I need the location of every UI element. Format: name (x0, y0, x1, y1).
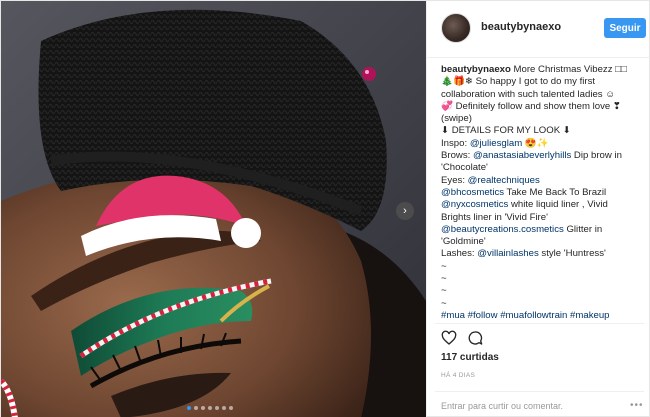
caption-line: 🎄🎁❄ So happy I got to do my first (441, 76, 641, 88)
caption-line: 'Chocolate' (441, 162, 641, 174)
avatar[interactable] (441, 13, 471, 43)
caption-line: Lashes: @villainlashes style 'Huntress' (441, 248, 641, 260)
caption-text: ~ (441, 297, 447, 309)
caption-link[interactable]: @beautycreations.cosmetics (441, 224, 564, 235)
makeup-photo-illustration (1, 1, 426, 417)
caption-line: @nyxcosmetics white liquid liner , Vivid (441, 199, 641, 211)
caption-text: Inspo: (441, 137, 470, 149)
caption-text: ~ (441, 273, 447, 285)
caption-link[interactable]: @bhcosmetics (441, 187, 504, 198)
speech-bubble-icon[interactable] (467, 330, 483, 346)
caption-link[interactable]: @anastasiabeverlyhills (473, 150, 571, 161)
post-header: beautybynaexo Seguir (427, 1, 650, 58)
caption-text: ~ (441, 260, 447, 272)
carousel-dots (187, 406, 233, 410)
caption-text: style 'Huntress' (538, 248, 606, 260)
caption-line: ~ (441, 261, 641, 273)
caption-line: 💞 Definitely follow and show them love ❣ (441, 101, 641, 113)
caption-link[interactable]: @realtechniques (468, 175, 540, 186)
post-side-panel: beautybynaexo Seguir beautybynaexo More … (426, 1, 650, 417)
caption-link[interactable]: #mua #follow #muafollowtrain #makeup (441, 310, 610, 321)
caption-text: collaboration with such talented ladies … (441, 88, 616, 100)
caption-line: ~ (441, 273, 641, 285)
caption-line: @bhcosmetics Take Me Back To Brazil (441, 187, 641, 199)
caption-line: beautybynaexo More Christmas Vibezz □□ (441, 64, 641, 76)
caption-text: Dip brow in (571, 150, 622, 162)
caption-text: white liquid liner , Vivid (508, 199, 608, 211)
caption-text: (swipe) (441, 113, 472, 125)
instagram-post: › beautybynaexo Seguir beautybynaexo Mor… (0, 0, 650, 417)
carousel-dot[interactable] (187, 406, 191, 410)
ellipsis-icon[interactable]: ••• (630, 400, 644, 411)
comment-input[interactable] (441, 399, 611, 413)
caption-link[interactable]: @juliesglam (470, 138, 522, 149)
caption-text: 💞 Definitely follow and show them love ❣ (441, 100, 621, 112)
post-caption: beautybynaexo More Christmas Vibezz □□ 🎄🎁… (441, 64, 641, 323)
caption-text: 😍✨ (522, 137, 549, 149)
caption-line: ⬇ DETAILS FOR MY LOOK ⬇ (441, 125, 641, 137)
carousel-dot[interactable] (222, 406, 226, 410)
caption-link[interactable]: @nyxcosmetics (441, 199, 508, 210)
caption-username[interactable]: beautybynaexo (441, 64, 511, 75)
chevron-right-icon: › (403, 205, 407, 217)
follow-button[interactable]: Seguir (604, 18, 646, 38)
caption-text: ⬇ DETAILS FOR MY LOOK ⬇ (441, 125, 571, 137)
caption-text: 'Chocolate' (441, 162, 488, 174)
carousel-dot[interactable] (194, 406, 198, 410)
heart-outline-icon[interactable] (441, 330, 457, 346)
caption-text: More Christmas Vibezz □□ (510, 64, 627, 75)
divider (435, 323, 644, 324)
comment-bar: ••• (435, 391, 644, 417)
username-link[interactable]: beautybynaexo (481, 21, 561, 33)
caption-line: #mua #follow #muafollowtrain #makeup (441, 310, 641, 322)
caption-text: ~ (441, 285, 447, 297)
carousel-dot[interactable] (208, 406, 212, 410)
caption-text: Glitter in (563, 223, 603, 235)
caption-text: 🎄🎁❄ So happy I got to do my first (441, 76, 596, 88)
carousel-next-button[interactable]: › (396, 202, 414, 220)
caption-text: 'Goldmine' (441, 236, 486, 248)
caption-text: Brights liner in 'Vivid Fire' (441, 211, 548, 223)
caption-line: Inspo: @juliesglam 😍✨ (441, 138, 641, 150)
carousel-dot[interactable] (215, 406, 219, 410)
caption-text: Take Me Back To Brazil (504, 186, 607, 198)
post-actions (441, 330, 483, 348)
caption-line: Brights liner in 'Vivid Fire' (441, 212, 641, 224)
post-timestamp[interactable]: HÁ 4 DIAS (441, 372, 475, 379)
post-photo[interactable]: › (1, 1, 426, 417)
caption-line: 'Goldmine' (441, 236, 641, 248)
caption-text: Lashes: (441, 248, 478, 260)
likes-count[interactable]: 117 curtidas (441, 352, 499, 363)
carousel-dot[interactable] (201, 406, 205, 410)
caption-line: (swipe) (441, 113, 641, 125)
caption-link[interactable]: @villainlashes (477, 248, 538, 259)
caption-line: @beautycreations.cosmetics Glitter in (441, 224, 641, 236)
caption-text: Brows: (441, 150, 473, 162)
caption-line: Eyes: @realtechniques (441, 175, 641, 187)
caption-line: ~ (441, 285, 641, 297)
caption-line: Brows: @anastasiabeverlyhills Dip brow i… (441, 150, 641, 162)
caption-line: ~ (441, 298, 641, 310)
caption-text: Eyes: (441, 174, 468, 186)
carousel-dot[interactable] (229, 406, 233, 410)
caption-line: collaboration with such talented ladies … (441, 89, 641, 101)
